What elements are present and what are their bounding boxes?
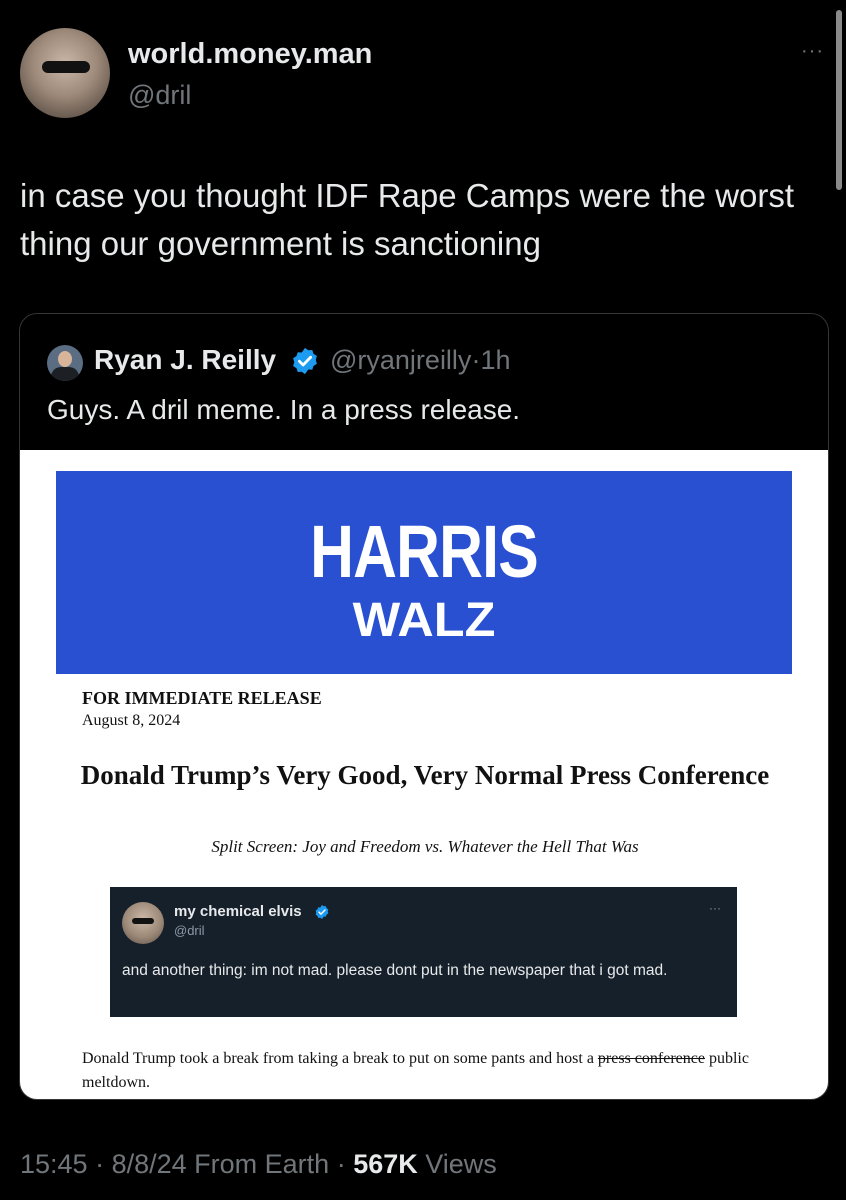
body-text-start: Donald Trump took a break from taking a … — [82, 1050, 594, 1067]
tweet-text: in case you thought IDF Rape Camps were … — [20, 177, 795, 262]
tweet-footer: 15:45 · 8/8/24 From Earth · 567K Views — [20, 1149, 497, 1180]
tweet-time[interactable]: 15:45 — [20, 1149, 88, 1179]
avatar-suit — [51, 367, 79, 381]
quoted-avatar[interactable] — [47, 345, 83, 381]
quoted-meta: @ryanjreilly·1h — [330, 345, 510, 376]
banner-harris: HARRIS — [310, 510, 539, 593]
banner-walz: WALZ — [352, 594, 496, 647]
views-count[interactable]: 567K — [353, 1149, 418, 1179]
user-handle[interactable]: @dril — [128, 80, 191, 111]
user-name[interactable]: world.money.man — [128, 38, 372, 71]
scrollbar[interactable] — [836, 10, 842, 190]
embedded-avatar — [122, 902, 164, 944]
release-label: FOR IMMEDIATE RELEASE — [82, 688, 322, 708]
press-release-image[interactable]: HARRIS WALZ FOR IMMEDIATE RELEASE August… — [20, 450, 828, 1099]
quoted-tweet[interactable]: Ryan J. Reilly @ryanjreilly·1h Guys. A d… — [19, 313, 829, 1100]
footer-separator: · — [87, 1149, 112, 1179]
release-title: Donald Trump’s Very Good, Very Normal Pr… — [80, 760, 770, 790]
more-options-icon: ··· — [709, 901, 721, 915]
body-struck-text: press conference — [597, 1050, 705, 1067]
embedded-tweet-text: and another thing: im not mad. please do… — [122, 962, 668, 979]
quoted-user-name[interactable]: Ryan J. Reilly — [94, 344, 276, 376]
release-body: Donald Trump took a break from taking a … — [82, 1047, 772, 1095]
embedded-tweet: my chemical elvis @dril ··· and another … — [110, 887, 737, 1017]
tweet-date[interactable]: 8/8/24 — [112, 1149, 187, 1179]
quoted-handle[interactable]: @ryanjreilly — [330, 345, 471, 375]
views-label[interactable]: Views — [418, 1149, 497, 1179]
more-options-icon[interactable]: ··· — [801, 40, 824, 63]
footer-separator: · — [329, 1149, 354, 1179]
embedded-user-handle: @dril — [174, 923, 205, 938]
verified-badge-icon — [315, 905, 329, 919]
embedded-user-name: my chemical elvis — [174, 903, 302, 920]
harris-walz-banner: HARRIS WALZ — [56, 471, 792, 674]
release-date: August 8, 2024 — [82, 712, 181, 729]
tweet-source: From Earth — [186, 1149, 330, 1179]
avatar[interactable] — [20, 28, 110, 118]
quoted-time[interactable]: 1h — [480, 345, 510, 375]
avatar-sunglasses — [132, 918, 154, 924]
release-subtitle: Split Screen: Joy and Freedom vs. Whatev… — [211, 837, 639, 856]
avatar-sunglasses — [42, 61, 90, 73]
quoted-text: Guys. A dril meme. In a press release. — [47, 394, 521, 425]
avatar-face — [58, 351, 72, 367]
verified-badge-icon — [293, 347, 317, 375]
